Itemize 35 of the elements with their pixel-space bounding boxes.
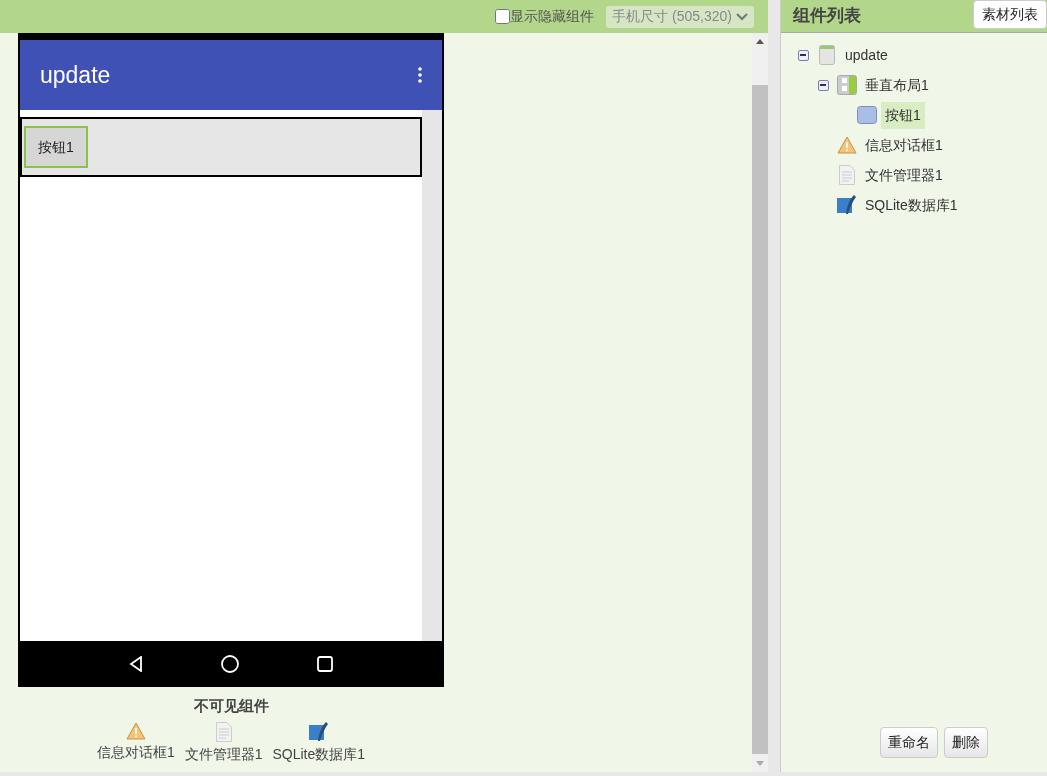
action-button[interactable]: 删除 xyxy=(944,727,988,758)
component-label: 信息对话框1 xyxy=(96,742,175,762)
screen-icon xyxy=(819,45,835,65)
recents-icon[interactable] xyxy=(317,656,333,672)
button-icon xyxy=(857,106,877,124)
tree-item[interactable]: 垂直布局1 xyxy=(861,71,933,99)
tree-item[interactable]: update xyxy=(841,41,892,69)
home-icon[interactable] xyxy=(221,655,239,673)
layout-icon xyxy=(837,75,857,95)
tree-item[interactable]: 信息对话框1 xyxy=(861,131,947,159)
collapse-toggle[interactable] xyxy=(797,49,809,61)
document-icon xyxy=(215,721,232,742)
database-quill-icon xyxy=(308,721,329,742)
chevron-down-icon xyxy=(736,12,748,21)
collapse-toggle[interactable] xyxy=(817,79,829,91)
more-options-icon xyxy=(418,67,422,83)
database-quill-icon xyxy=(837,195,857,215)
action-button[interactable]: 重命名 xyxy=(880,727,938,758)
component-label: SQLite数据库1 xyxy=(272,744,366,764)
component-label: 文件管理器1 xyxy=(184,744,263,764)
tree-item[interactable]: SQLite数据库1 xyxy=(861,191,962,219)
warning-icon xyxy=(837,136,857,154)
tree-item[interactable]: 按钮1 xyxy=(881,101,925,129)
vertical-arrangement[interactable]: 按钮1 xyxy=(20,117,422,177)
assets-tab[interactable]: 素材列表 xyxy=(973,0,1047,29)
checkbox[interactable] xyxy=(495,9,511,24)
app-title: update xyxy=(40,60,111,90)
app-button[interactable]: 按钮1 xyxy=(24,126,88,168)
tree-item[interactable]: 文件管理器1 xyxy=(861,161,947,189)
section-title: 不可见组件 xyxy=(193,696,269,716)
checkbox-label: 显示隐藏组件 xyxy=(510,7,595,26)
back-icon[interactable] xyxy=(129,656,143,672)
warning-icon xyxy=(125,721,146,740)
document-icon xyxy=(839,165,855,185)
panel-title: 组件列表 xyxy=(793,5,861,28)
